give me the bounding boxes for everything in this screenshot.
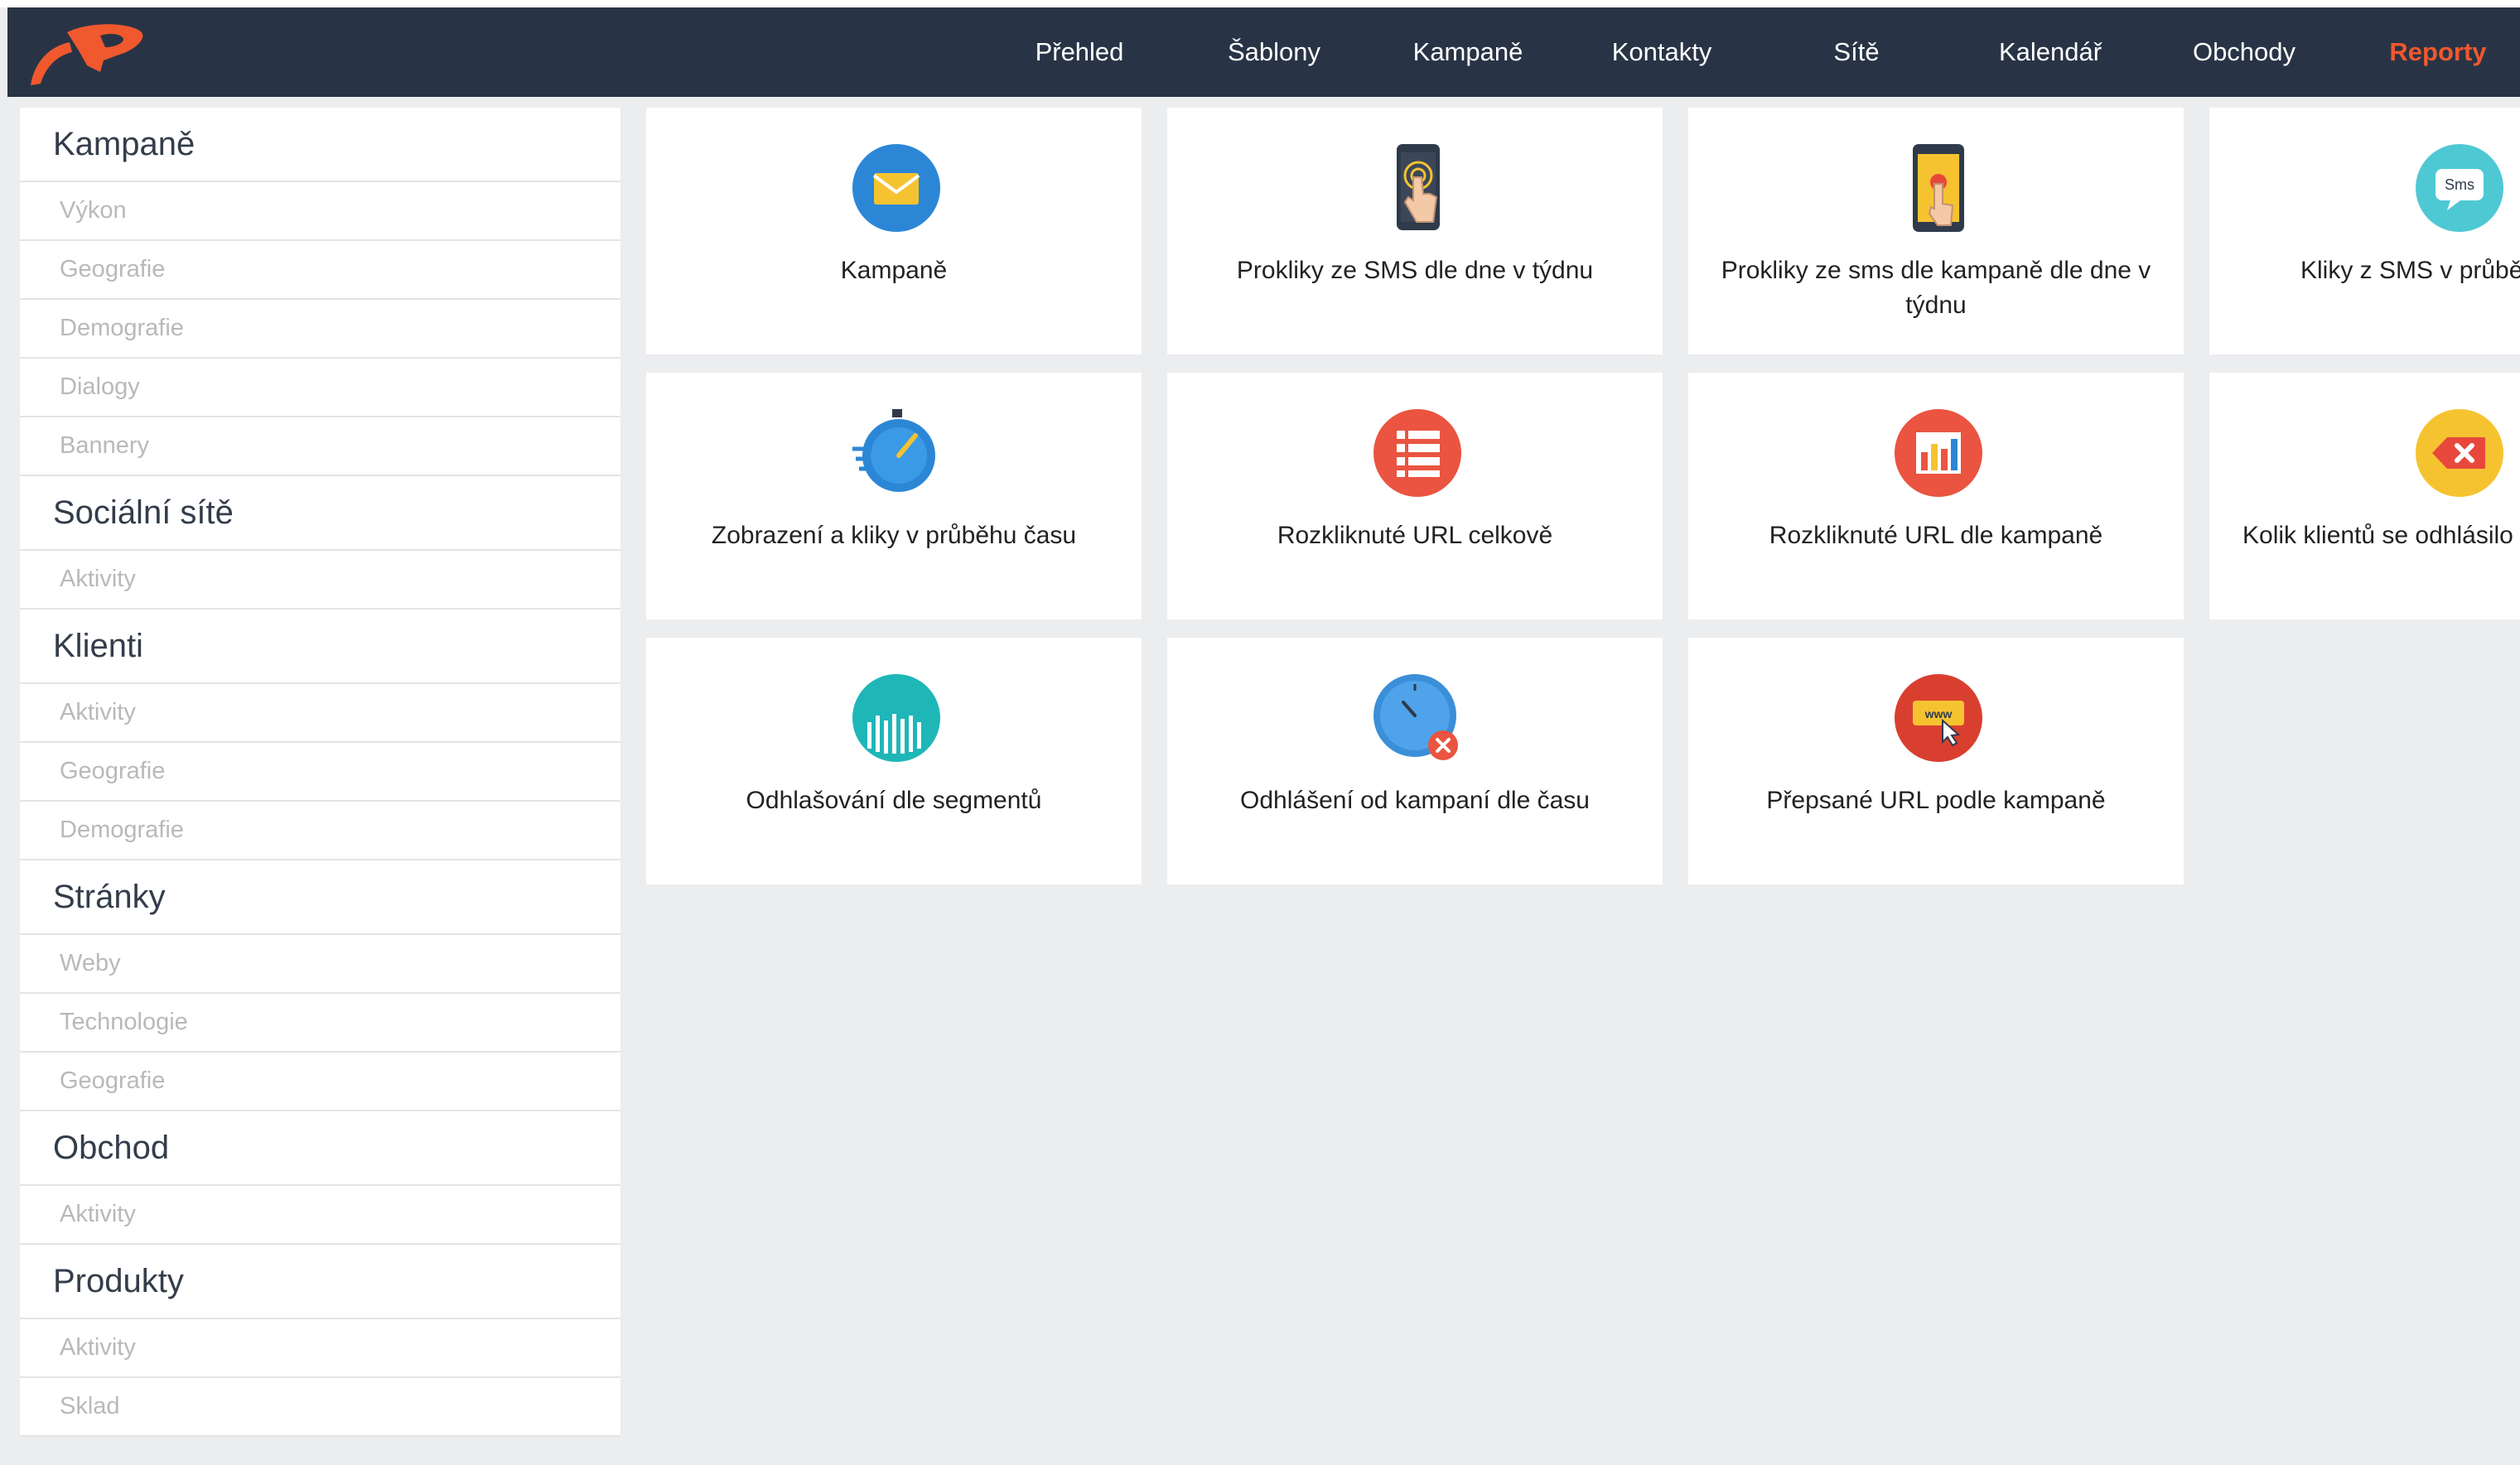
report-tile-unsubscribe-segments[interactable]: Odhlašování dle segmentů (646, 638, 1142, 884)
sidebar-item-dialogy[interactable]: Dialogy (20, 359, 620, 417)
phone-tap-icon (1397, 144, 1440, 230)
nav-obchody[interactable]: Obchody (2186, 7, 2302, 97)
sidebar-section-socialni-site[interactable]: Sociální sítě (20, 476, 620, 551)
sidebar-section-title: Obchod (53, 1130, 170, 1166)
sidebar-section-title: Sociální sítě (53, 494, 234, 531)
report-tile-label: Odhlášení od kampaní dle času (1240, 787, 1590, 814)
top-border (0, 0, 2520, 7)
sidebar-item-label: Bannery (60, 432, 150, 459)
stopwatch-icon (852, 409, 935, 492)
report-tile-views-clicks-time[interactable]: Zobrazení a kliky v průběhu času (646, 373, 1142, 619)
sidebar-item-aktivity[interactable]: Aktivity (20, 1186, 620, 1245)
list-icon (1373, 409, 1461, 497)
sidebar-item-label: Aktivity (60, 1334, 136, 1361)
sidebar-item-label: Aktivity (60, 699, 136, 725)
sidebar-item-technologie[interactable]: Technologie (20, 994, 620, 1053)
sms-bubble-icon: Sms (2416, 144, 2503, 232)
sidebar-section-obchod[interactable]: Obchod (20, 1111, 620, 1186)
sidebar-section-title: Klienti (53, 628, 143, 664)
report-tile-sms-clicks-over-time[interactable]: Sms Kliky z SMS v průbě (2209, 108, 2520, 354)
report-tile-rewritten-urls[interactable]: www Přepsané URL podle kampaně (1688, 638, 2184, 884)
report-tile-sms-by-campaign[interactable]: Prokliky ze sms dle kampaně dle dne v tý… (1688, 108, 2184, 354)
sidebar-item-vykon[interactable]: Výkon (20, 182, 620, 241)
sidebar-item-demografie[interactable]: Demografie (20, 802, 620, 860)
nav-reporty[interactable]: Reporty (2380, 7, 2496, 97)
sidebar-section-produkty[interactable]: Produkty (20, 1245, 620, 1319)
report-tile-clicked-urls-total[interactable]: Rozkliknuté URL celkově (1167, 373, 1663, 619)
report-tile-unsubscribe-time[interactable]: Odhlášení od kampaní dle času (1167, 638, 1663, 884)
sidebar-item-label: Geografie (60, 758, 166, 784)
sidebar-section-kampane[interactable]: Kampaně (20, 108, 620, 182)
svg-text:www: www (1924, 707, 1953, 720)
nav-kontakty[interactable]: Kontakty (1604, 7, 1720, 97)
nav-prehled[interactable]: Přehled (1021, 7, 1137, 97)
sidebar-item-label: Technologie (60, 1009, 188, 1035)
sidebar-item-label: Demografie (60, 315, 184, 341)
sidebar-item-geografie[interactable]: Geografie (20, 1053, 620, 1111)
svg-text:Sms: Sms (2445, 176, 2474, 193)
nav-sablony[interactable]: Šablony (1216, 7, 1332, 97)
bar-chart-icon (1895, 409, 1982, 497)
sidebar-item-label: Aktivity (60, 1201, 136, 1227)
sidebar-item-aktivity[interactable]: Aktivity (20, 1319, 620, 1378)
report-tile-kampane[interactable]: Kampaně (646, 108, 1142, 354)
sidebar-item-aktivity[interactable]: Aktivity (20, 684, 620, 743)
report-tile-label: Prokliky ze SMS dle dne v týdnu (1236, 257, 1594, 284)
sidebar-section-title: Produkty (53, 1263, 184, 1299)
report-tile-label: Zobrazení a kliky v průběhu času (711, 522, 1077, 549)
report-tile-label: Rozkliknuté URL celkově (1277, 522, 1553, 549)
sidebar-item-sklad[interactable]: Sklad (20, 1378, 620, 1437)
sidebar-item-label: Demografie (60, 817, 184, 843)
sidebar-section-title: Stránky (53, 879, 166, 915)
phone-yellow-icon (1913, 144, 1964, 232)
sidebar-section-stranky[interactable]: Stránky (20, 860, 620, 935)
sidebar-section-title: Kampaně (53, 126, 196, 162)
www-icon: www (1895, 674, 1982, 762)
sidebar-item-aktivity[interactable]: Aktivity (20, 551, 620, 610)
segments-icon (852, 674, 940, 762)
sidebar-item-demografie[interactable]: Demografie (20, 300, 620, 359)
top-navbar: Přehled Šablony Kampaně Kontakty Sítě Ka… (7, 7, 2520, 97)
report-tile-sms-by-day[interactable]: Prokliky ze SMS dle dne v týdnu (1167, 108, 1663, 354)
report-tile-clicked-urls-campaign[interactable]: Rozkliknuté URL dle kampaně (1688, 373, 2184, 619)
delete-key-icon (2416, 409, 2503, 497)
sidebar-item-label: Výkon (60, 197, 127, 224)
envelope-icon (852, 144, 940, 232)
sidebar: Kampaně Výkon Geografie Demografie Dialo… (20, 108, 620, 1437)
sidebar-item-bannery[interactable]: Bannery (20, 417, 620, 476)
nav-kampane[interactable]: Kampaně (1410, 7, 1526, 97)
report-tile-label: Kolik klientů se odhlásilo (2242, 522, 2513, 549)
sidebar-item-label: Weby (60, 950, 121, 976)
sidebar-item-label: Sklad (60, 1393, 120, 1419)
report-tile-label: Rozkliknuté URL dle kampaně (1769, 522, 2103, 549)
report-tile-unsubscribed-count[interactable]: Kolik klientů se odhlásilo (2209, 373, 2520, 619)
logo-icon[interactable] (24, 17, 148, 92)
sidebar-item-label: Dialogy (60, 373, 140, 400)
sidebar-item-label: Aktivity (60, 566, 136, 592)
clock-cancel-icon (1373, 674, 1458, 760)
nav-site[interactable]: Sítě (1798, 7, 1914, 97)
report-tile-label: Prokliky ze sms dle kampaně dle dne v tý… (1721, 257, 2151, 319)
sidebar-section-klienti[interactable]: Klienti (20, 610, 620, 684)
sidebar-item-geografie[interactable]: Geografie (20, 241, 620, 300)
sidebar-item-label: Geografie (60, 256, 166, 282)
nav-kalendar[interactable]: Kalendář (1992, 7, 2108, 97)
report-tile-label: Odhlašování dle segmentů (746, 787, 1042, 814)
report-tile-label: Kampaně (840, 257, 948, 284)
sidebar-item-geografie[interactable]: Geografie (20, 743, 620, 802)
report-tile-label: Kliky z SMS v průbě (2300, 257, 2520, 284)
sidebar-item-label: Geografie (60, 1067, 166, 1094)
report-tile-label: Přepsané URL podle kampaně (1766, 787, 2106, 814)
sidebar-item-weby[interactable]: Weby (20, 935, 620, 994)
